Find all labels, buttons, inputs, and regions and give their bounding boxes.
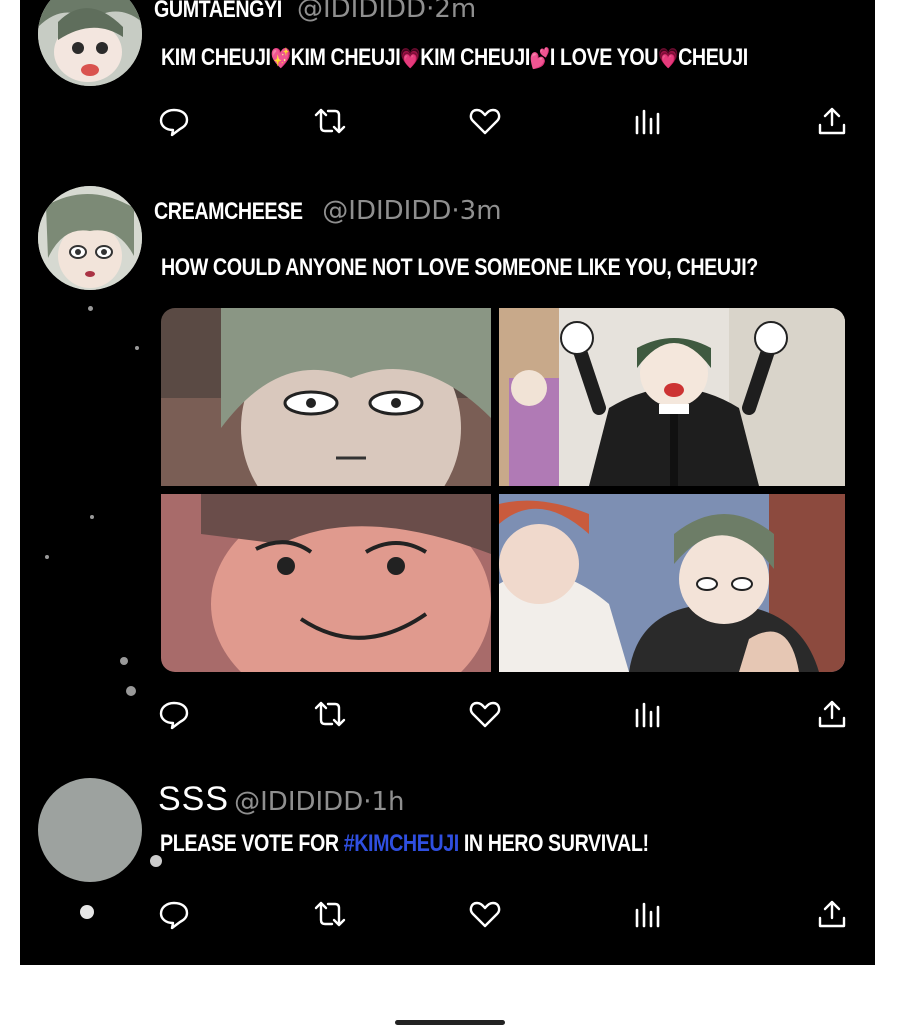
- tweet-text: PLEASE VOTE FOR #KIMCHEUJI IN HERO SURVI…: [160, 830, 649, 858]
- tweet-header: SSS @IDIDIDD·1h: [158, 780, 405, 819]
- like-icon[interactable]: [469, 898, 505, 934]
- text-part: IN HERO SURVIVAL!: [458, 830, 649, 857]
- timeline: GUMTAENGYI @IDIDIDD·2m KIM CHEUJI💖KIM CH…: [20, 0, 875, 965]
- username[interactable]: SSS: [158, 780, 229, 819]
- text-part: PLEASE VOTE FOR: [160, 830, 344, 857]
- tweet-actions: [20, 898, 875, 934]
- meta-separator: ·: [363, 787, 372, 817]
- avatar[interactable]: [38, 778, 142, 882]
- page-background: [0, 965, 900, 1025]
- home-indicator: [395, 1020, 505, 1025]
- handle[interactable]: @IDIDIDD: [234, 787, 363, 817]
- hashtag-link[interactable]: #KIMCHEUJI: [344, 830, 460, 857]
- tweet-3[interactable]: SSS @IDIDIDD·1h PLEASE VOTE FOR #KIMCHEU…: [20, 0, 875, 965]
- views-icon[interactable]: [631, 898, 667, 934]
- timestamp: 1h: [371, 787, 405, 817]
- retweet-icon[interactable]: [314, 898, 350, 934]
- share-icon[interactable]: [816, 898, 852, 934]
- reply-icon[interactable]: [158, 898, 194, 934]
